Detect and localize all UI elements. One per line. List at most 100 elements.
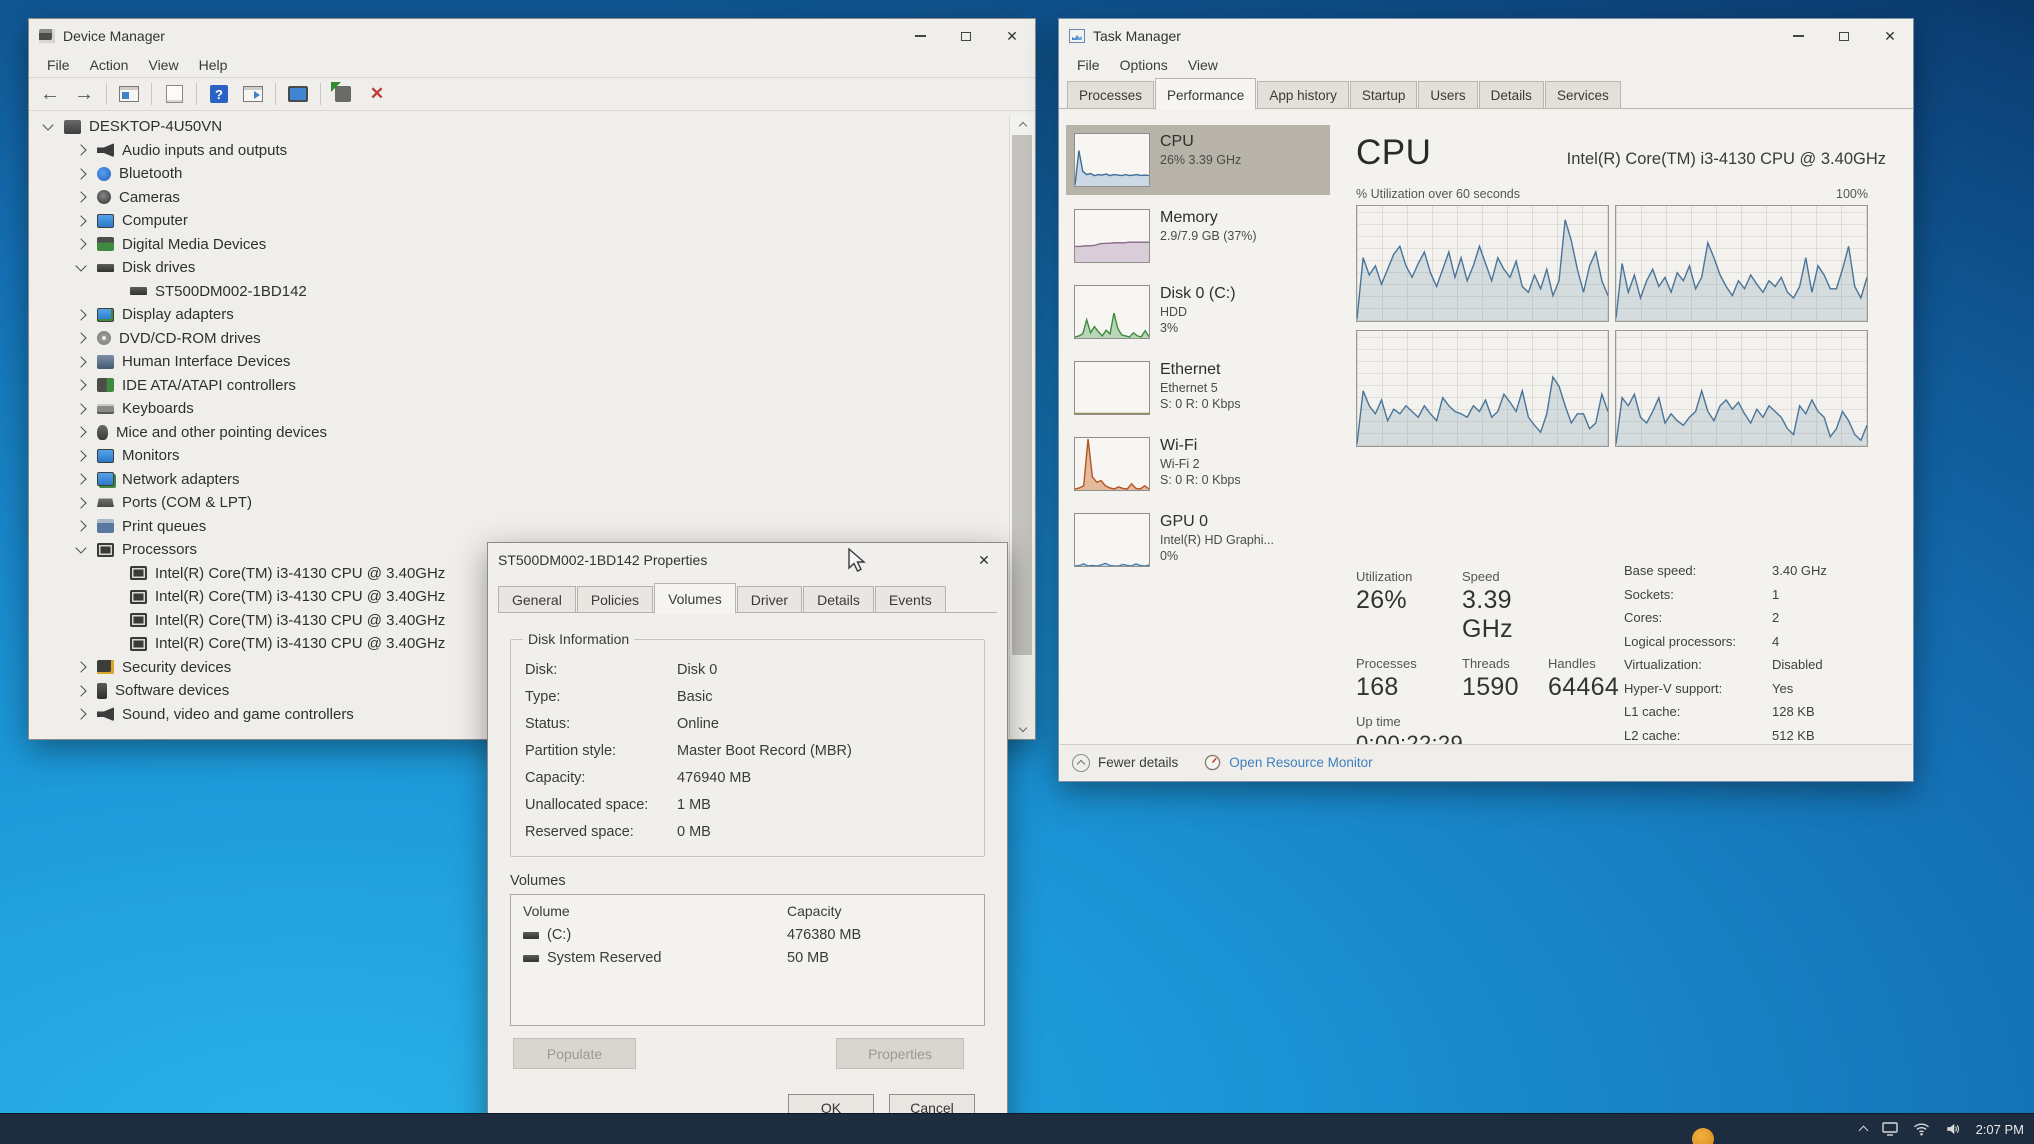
volume-icon[interactable] — [1945, 1122, 1961, 1136]
expand-chevron-icon[interactable] — [75, 333, 86, 344]
volume-row-c[interactable]: (C:)476380 MB — [523, 927, 972, 943]
volume-row-system-reserved[interactable]: System Reserved50 MB — [523, 950, 972, 966]
show-console-toolbar-button[interactable] — [114, 80, 144, 108]
help-toolbar-button[interactable]: ? — [204, 80, 234, 108]
wifi-icon[interactable] — [1913, 1122, 1930, 1136]
dialog-tab-general[interactable]: General — [498, 586, 576, 613]
properties-button[interactable]: Properties — [836, 1038, 964, 1069]
open-resource-monitor-link[interactable]: Open Resource Monitor — [1204, 754, 1372, 771]
uninstall-toolbar-button[interactable]: ✕ — [362, 80, 392, 108]
tree-item-digital-media-devices[interactable]: Digital Media Devices — [30, 233, 1009, 257]
export-list-toolbar-button[interactable] — [238, 80, 268, 108]
tm-sidebar-gpu-0[interactable]: GPU 0Intel(R) HD Graphi...0% — [1066, 505, 1330, 575]
forward-toolbar-button[interactable]: → — [69, 80, 99, 108]
show-hidden-icons-chevron[interactable] — [1858, 1126, 1868, 1136]
expand-chevron-icon[interactable] — [75, 427, 86, 438]
dialog-titlebar[interactable]: ST500DM002-1BD142 Properties ✕ — [488, 543, 1007, 576]
expand-chevron-icon[interactable] — [75, 497, 86, 508]
tree-item-network-adapters[interactable]: Network adapters — [30, 468, 1009, 492]
task-manager-tab-users[interactable]: Users — [1418, 81, 1477, 109]
tm-sidebar-wi-fi[interactable]: Wi-FiWi-Fi 2S: 0 R: 0 Kbps — [1066, 429, 1330, 499]
dialog-tab-policies[interactable]: Policies — [577, 586, 653, 613]
task-manager-titlebar[interactable]: Task Manager ✕ — [1059, 19, 1913, 53]
task-manager-tab-startup[interactable]: Startup — [1350, 81, 1418, 109]
tree-item-display-adapters[interactable]: Display adapters — [30, 303, 1009, 327]
collapse-chevron-icon[interactable] — [75, 543, 86, 554]
tree-item-monitors[interactable]: Monitors — [30, 444, 1009, 468]
cpu-core-graph-1[interactable] — [1356, 205, 1609, 322]
minimize-button[interactable] — [897, 19, 943, 53]
expand-chevron-icon[interactable] — [75, 450, 86, 461]
device-manager-menu-help[interactable]: Help — [189, 55, 238, 75]
dialog-tab-details[interactable]: Details — [803, 586, 874, 613]
expand-chevron-icon[interactable] — [75, 215, 86, 226]
maximize-button[interactable] — [943, 19, 989, 53]
populate-button[interactable]: Populate — [513, 1038, 636, 1069]
expand-chevron-icon[interactable] — [75, 168, 86, 179]
fewer-details-button[interactable]: Fewer details — [1072, 754, 1178, 772]
tree-item-computer[interactable]: Computer — [30, 209, 1009, 233]
tm-sidebar-disk-0-c[interactable]: Disk 0 (C:)HDD3% — [1066, 277, 1330, 347]
volumes-list[interactable]: Volume Capacity (C:)476380 MBSystem Rese… — [510, 894, 985, 1026]
scrollbar-thumb[interactable] — [1012, 135, 1032, 655]
expand-chevron-icon[interactable] — [75, 239, 86, 250]
task-manager-menu-view[interactable]: View — [1178, 55, 1228, 75]
expand-chevron-icon[interactable] — [75, 380, 86, 391]
close-button[interactable]: ✕ — [989, 19, 1035, 53]
tm-sidebar-memory[interactable]: Memory2.9/7.9 GB (37%) — [1066, 201, 1330, 271]
tm-minimize-button[interactable] — [1775, 19, 1821, 53]
device-manager-menu-action[interactable]: Action — [80, 55, 139, 75]
tree-item-disk-drives[interactable]: Disk drives — [30, 256, 1009, 280]
expand-chevron-icon[interactable] — [75, 521, 86, 532]
taskbar[interactable]: 2:07 PM — [0, 1114, 2034, 1144]
tree-item-print-queues[interactable]: Print queues — [30, 515, 1009, 539]
expand-chevron-icon[interactable] — [75, 662, 86, 673]
device-manager-titlebar[interactable]: Device Manager ✕ — [29, 19, 1035, 53]
device-manager-menu-file[interactable]: File — [37, 55, 80, 75]
tree-item-human-interface-devices[interactable]: Human Interface Devices — [30, 350, 1009, 374]
dialog-tab-driver[interactable]: Driver — [737, 586, 802, 613]
dialog-tab-events[interactable]: Events — [875, 586, 946, 613]
tree-item-ports-com-lpt[interactable]: Ports (COM & LPT) — [30, 491, 1009, 515]
properties-page-toolbar-button[interactable] — [159, 80, 189, 108]
cpu-core-graph-4[interactable] — [1615, 330, 1868, 447]
dialog-close-button[interactable]: ✕ — [961, 543, 1007, 577]
tm-sidebar-ethernet[interactable]: EthernetEthernet 5S: 0 R: 0 Kbps — [1066, 353, 1330, 423]
collapse-chevron-icon[interactable] — [42, 120, 53, 131]
update-driver-toolbar-button[interactable] — [328, 80, 358, 108]
clock[interactable]: 2:07 PM — [1976, 1122, 2024, 1137]
tm-maximize-button[interactable] — [1821, 19, 1867, 53]
expand-chevron-icon[interactable] — [75, 709, 86, 720]
task-manager-tab-details[interactable]: Details — [1479, 81, 1544, 109]
tree-item-mice-and-other-pointing-devices[interactable]: Mice and other pointing devices — [30, 421, 1009, 445]
cpu-core-graph-3[interactable] — [1356, 330, 1609, 447]
scroll-up-icon[interactable] — [1010, 115, 1035, 133]
tree-item-dvd-cd-rom-drives[interactable]: DVD/CD-ROM drives — [30, 327, 1009, 351]
device-manager-menu-view[interactable]: View — [138, 55, 188, 75]
task-manager-menu-options[interactable]: Options — [1110, 55, 1178, 75]
tree-item-desktop-4u50vn[interactable]: DESKTOP-4U50VN — [30, 115, 1009, 139]
notification-dot-icon[interactable] — [1692, 1128, 1714, 1144]
back-toolbar-button[interactable]: ← — [35, 80, 65, 108]
tree-item-keyboards[interactable]: Keyboards — [30, 397, 1009, 421]
task-manager-tab-app-history[interactable]: App history — [1257, 81, 1349, 109]
expand-chevron-icon[interactable] — [75, 145, 86, 156]
task-manager-tab-processes[interactable]: Processes — [1067, 81, 1154, 109]
expand-chevron-icon[interactable] — [75, 356, 86, 367]
task-manager-tab-performance[interactable]: Performance — [1155, 78, 1256, 110]
scroll-down-icon[interactable] — [1010, 720, 1035, 738]
tree-item-audio-inputs-and-outputs[interactable]: Audio inputs and outputs — [30, 139, 1009, 163]
expand-chevron-icon[interactable] — [75, 474, 86, 485]
expand-chevron-icon[interactable] — [75, 403, 86, 414]
expand-chevron-icon[interactable] — [75, 309, 86, 320]
collapse-chevron-icon[interactable] — [75, 261, 86, 272]
tree-item-st500dm002-1bd142[interactable]: ST500DM002-1BD142 — [30, 280, 1009, 304]
expand-chevron-icon[interactable] — [75, 685, 86, 696]
expand-chevron-icon[interactable] — [75, 192, 86, 203]
task-manager-menu-file[interactable]: File — [1067, 55, 1110, 75]
tray-display-icon[interactable] — [1882, 1122, 1898, 1136]
tree-item-ide-ata-atapi-controllers[interactable]: IDE ATA/ATAPI controllers — [30, 374, 1009, 398]
scan-computer-toolbar-button[interactable] — [283, 80, 313, 108]
tm-close-button[interactable]: ✕ — [1867, 19, 1913, 53]
vertical-scrollbar[interactable] — [1009, 115, 1034, 738]
